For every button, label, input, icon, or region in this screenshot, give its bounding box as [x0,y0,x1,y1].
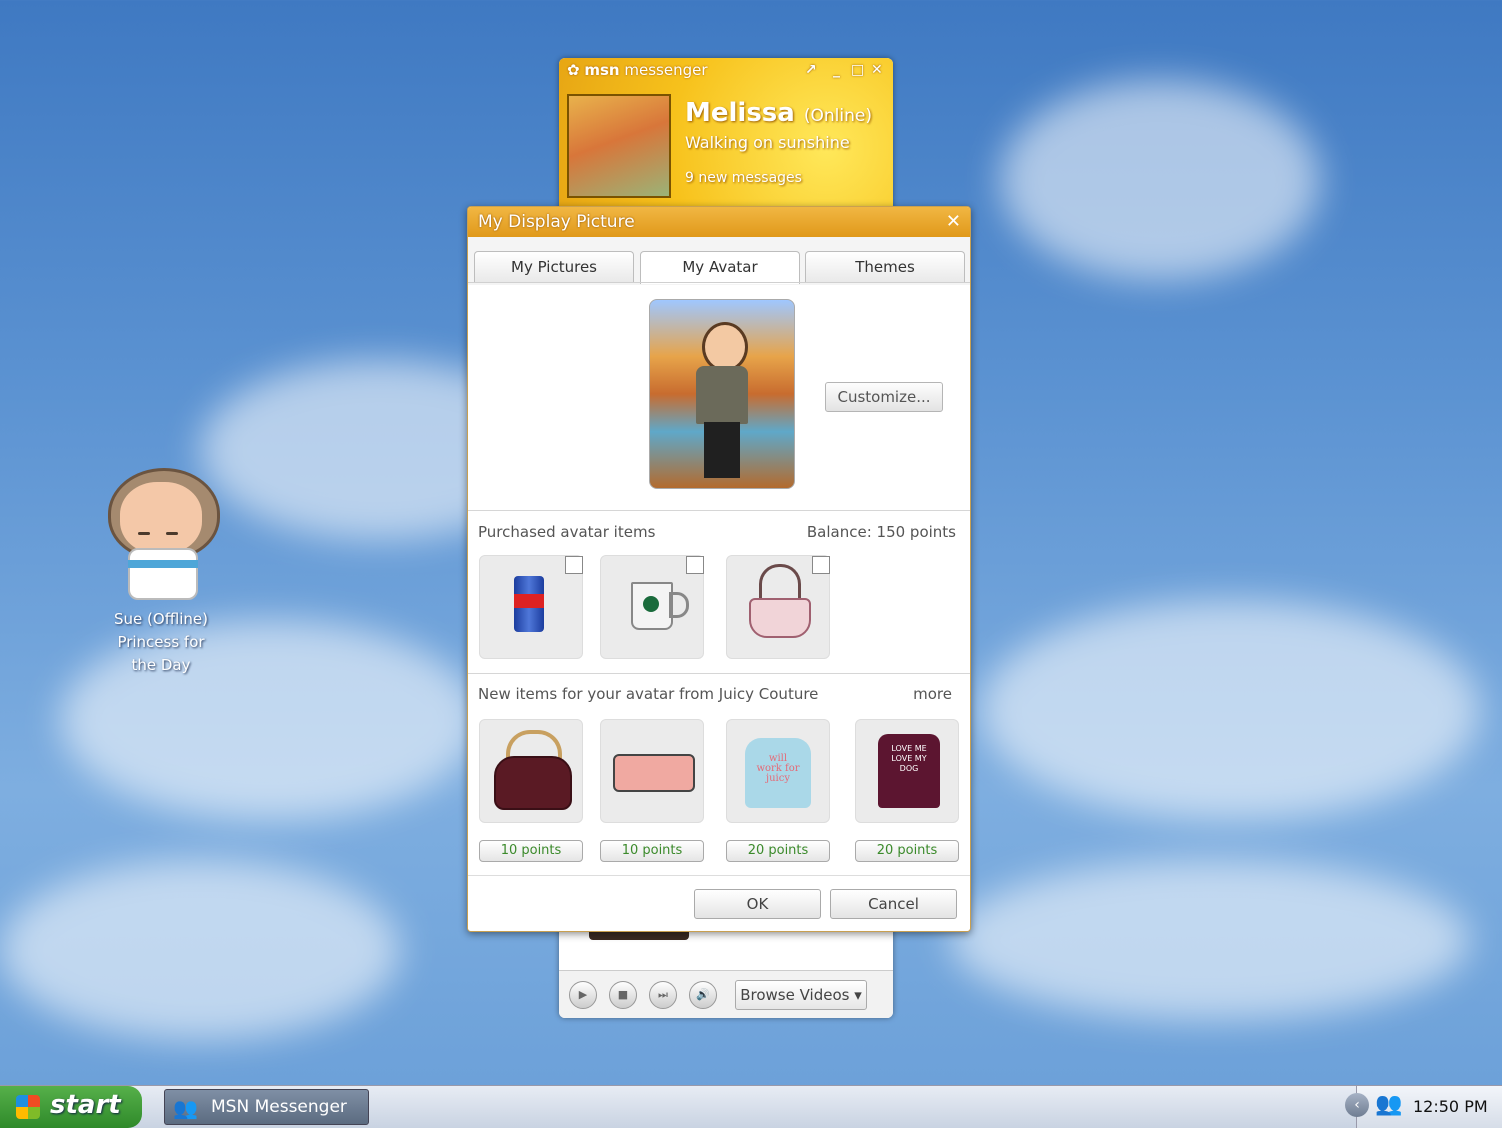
start-button[interactable]: start [0,1086,142,1128]
user-name: Melissa (Online) [685,98,872,128]
volume-button[interactable]: 🔊 [689,981,717,1009]
avatar-legs [704,422,740,478]
show-hidden-icons-button[interactable]: ‹ [1345,1093,1369,1117]
sweatshirt-print: will work for juicy [756,753,800,784]
buy-sweatshirt-button[interactable]: 20 points [726,840,830,862]
balance-text: Balance: 150 points [806,523,956,541]
task-label: MSN Messenger [211,1097,347,1117]
user-name-text: Melissa [685,98,795,128]
system-tray: ‹ 👥 12:50 PM [1345,1086,1502,1128]
desktop-contact-label: Sue (Offline) Princess for the Day [100,608,222,677]
display-picture-dialog: My Display Picture ✕ My Pictures My Avat… [467,206,971,932]
cancel-button[interactable]: Cancel [830,889,957,919]
tab-my-avatar[interactable]: My Avatar [640,251,800,284]
browse-videos-button[interactable]: Browse Videos ▾ [735,980,867,1010]
messenger-title: ✿ msn messenger [567,61,708,79]
eye [166,532,178,535]
contact-label-line1: Sue (Offline) [114,610,208,628]
expand-icon[interactable]: ↗ [805,62,817,78]
avatar-jacket [696,366,748,424]
handbag-icon [494,756,572,810]
section-divider [468,673,970,674]
personal-message[interactable]: Walking on sunshine [685,133,850,152]
ok-button[interactable]: OK [694,889,821,919]
dialog-title: My Display Picture [478,212,635,232]
tab-my-pictures[interactable]: My Pictures [474,251,634,282]
buy-handbag-button[interactable]: 10 points [479,840,583,862]
new-item-sweatshirt[interactable]: will work for juicy [726,719,830,823]
buy-wallet-button[interactable]: 10 points [600,840,704,862]
dialog-close-button[interactable]: ✕ [946,211,961,232]
butterfly-icon: ✿ [567,61,580,79]
title-messenger: messenger [619,61,708,79]
contact-avatar-belt [128,560,198,568]
more-link[interactable]: more [913,685,952,703]
cloud [1000,80,1320,280]
user-display-picture[interactable] [567,94,671,198]
purse-icon [749,598,811,638]
soda-can-icon [514,576,544,632]
close-button[interactable]: ✕ [871,62,883,78]
eye [138,532,150,535]
purchased-item-mug[interactable] [600,555,704,659]
contact-label-line2: Princess for [117,633,205,651]
top-print: LOVE ME LOVE MY DOG [891,744,927,773]
new-item-top[interactable]: LOVE ME LOVE MY DOG [855,719,959,823]
item-checkbox[interactable] [565,556,583,574]
avatar-preview [649,299,795,489]
maximize-button[interactable]: □ [851,62,864,78]
dialog-tabs: My Pictures My Avatar Themes [468,237,970,285]
section-divider [468,510,970,511]
title-msn: msn [584,61,620,79]
dialog-titlebar: My Display Picture ✕ [468,207,970,237]
item-checkbox[interactable] [812,556,830,574]
taskbar: start 👥 MSN Messenger ‹ 👥 12:50 PM [0,1085,1502,1128]
contact-avatar-body [128,548,198,600]
media-bar: ▶ ■ ⏭ 🔊 Browse Videos ▾ [559,970,893,1018]
buy-top-button[interactable]: 20 points [855,840,959,862]
minimize-button[interactable]: _ [833,62,840,78]
item-checkbox[interactable] [686,556,704,574]
purchased-item-purse[interactable] [726,555,830,659]
start-label: start [50,1090,121,1120]
purchased-items-label: Purchased avatar items [478,523,656,541]
play-button[interactable]: ▶ [569,981,597,1009]
top-icon: LOVE ME LOVE MY DOG [878,734,940,808]
msn-buddy-icon[interactable]: 👥 [1375,1092,1402,1117]
new-item-wallet[interactable] [600,719,704,823]
coffee-mug-icon [631,582,673,630]
user-status[interactable]: (Online) [804,106,872,126]
customize-button[interactable]: Customize... [825,382,943,412]
mug-handle [669,592,689,618]
clock[interactable]: 12:50 PM [1413,1097,1488,1116]
contact-avatar-face [120,482,202,554]
windows-flag-icon [16,1095,40,1119]
new-items-label: New items for your avatar from Juicy Cou… [478,685,819,703]
stop-button[interactable]: ■ [609,981,637,1009]
next-button[interactable]: ⏭ [649,981,677,1009]
tab-themes[interactable]: Themes [805,251,965,282]
cloud [0,860,400,1040]
sweatshirt-icon: will work for juicy [745,738,811,808]
new-item-handbag[interactable] [479,719,583,823]
avatar-head [702,322,748,372]
buddies-icon: 👥 [173,1096,198,1120]
cloud [980,600,1480,820]
cloud [950,860,1470,1020]
purchased-item-soda[interactable] [479,555,583,659]
messenger-header: ✿ msn messenger ↗ _ □ ✕ Melissa (Online)… [559,58,893,208]
tab-divider [468,282,970,283]
contact-label-line3: the Day [131,656,191,674]
new-messages-link[interactable]: 9 new messages [685,170,802,186]
wallet-icon [613,754,695,792]
taskbar-msn-messenger[interactable]: 👥 MSN Messenger [164,1089,369,1125]
